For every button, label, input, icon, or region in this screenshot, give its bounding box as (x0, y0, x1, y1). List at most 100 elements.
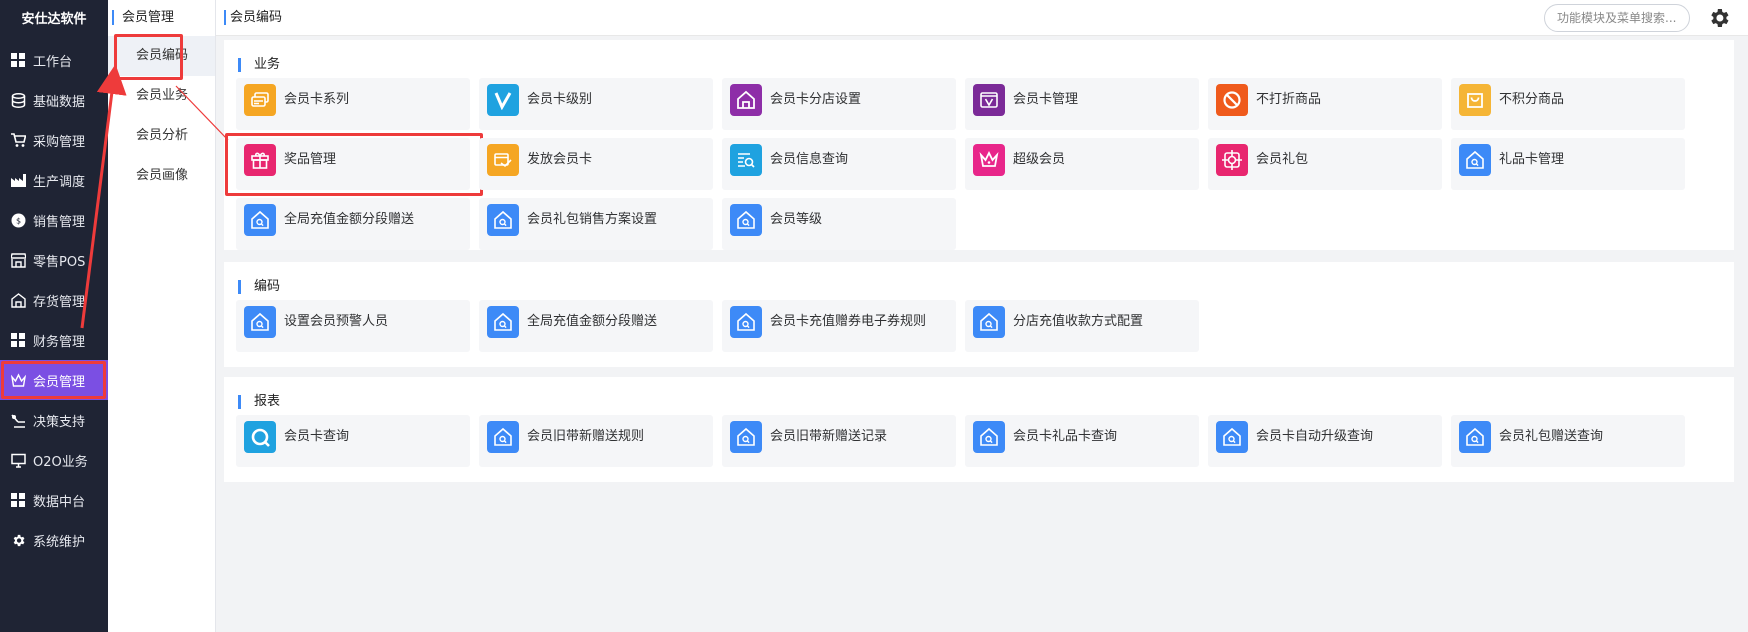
nav-item-8[interactable]: 会员管理 (0, 360, 108, 400)
grid-icon (10, 492, 26, 508)
function-card-label: 设置会员预警人员 (284, 314, 389, 329)
house-search-icon (244, 204, 276, 236)
no-sign-icon (1216, 84, 1248, 116)
function-card[interactable]: 会员卡分店设置 (722, 78, 956, 130)
nav-item-label: 会员管理 (33, 374, 86, 390)
function-card[interactable]: 会员卡级别 (479, 78, 713, 130)
function-card-label: 会员卡级别 (527, 92, 593, 107)
function-card-label: 会员卡充值赠券电子券规则 (770, 314, 927, 329)
function-card[interactable]: 设置会员预警人员 (236, 300, 470, 352)
svg-text:$: $ (15, 216, 20, 225)
house-search-icon (730, 421, 762, 453)
nav-item-label: 存货管理 (33, 294, 86, 310)
function-card[interactable]: 会员卡查询 (236, 415, 470, 467)
function-card[interactable]: 会员礼包 (1208, 138, 1442, 190)
function-card[interactable]: 会员旧带新赠送记录 (722, 415, 956, 467)
submenu-item-1[interactable]: 会员业务 (108, 76, 215, 116)
house-search-icon (973, 421, 1005, 453)
nav-item-label: 工作台 (33, 54, 73, 70)
function-card[interactable]: 会员卡自动升级查询 (1208, 415, 1442, 467)
card-issue-icon (487, 144, 519, 176)
nav-item-6[interactable]: 存货管理 (0, 280, 108, 320)
header: 会员编码 (216, 0, 1748, 36)
gear-icon[interactable] (1707, 6, 1731, 30)
nav-item-11[interactable]: 数据中台 (0, 480, 108, 520)
nav-item-label: 数据中台 (33, 494, 86, 510)
function-card[interactable]: 礼品卡管理 (1451, 138, 1685, 190)
bag-icon (1459, 84, 1491, 116)
nav-item-label: 生产调度 (33, 174, 86, 190)
house-search-icon (730, 306, 762, 338)
nav-item-0[interactable]: 工作台 (0, 40, 108, 80)
function-card[interactable]: 超级会员 (965, 138, 1199, 190)
function-card-label: 分店充值收款方式配置 (1013, 314, 1144, 329)
section-2: 报表会员卡查询 会员旧带新赠送规则 会员旧带新赠送记录 会员卡礼品卡查询 会员卡自动升级… (224, 377, 1734, 482)
function-card[interactable]: 会员卡系列 (236, 78, 470, 130)
function-card[interactable]: 会员信息查询 (722, 138, 956, 190)
nav-item-3[interactable]: 生产调度 (0, 160, 108, 200)
nav-item-10[interactable]: O2O业务 (0, 440, 108, 480)
section-title: 编码 (236, 276, 1722, 298)
house-search-icon (1459, 144, 1491, 176)
crown-icon (973, 144, 1005, 176)
submenu: 会员管理 会员编码 会员业务 会员分析 会员画像 (108, 0, 216, 632)
gear-icon (10, 532, 26, 548)
card-grid: 设置会员预警人员 全局充值金额分段赠送 会员卡充值赠券电子券规则 分店充值收款方式配置 (236, 300, 1722, 360)
decision-icon (10, 412, 26, 428)
function-card-label: 会员等级 (770, 212, 823, 227)
function-card[interactable]: 会员旧带新赠送规则 (479, 415, 713, 467)
function-card-label: 会员卡查询 (284, 429, 350, 444)
function-card[interactable]: 会员礼包销售方案设置 (479, 198, 713, 250)
function-card-label: 会员卡礼品卡查询 (1013, 429, 1118, 444)
nav-item-9[interactable]: 决策支持 (0, 400, 108, 440)
function-card[interactable]: 会员卡礼品卡查询 (965, 415, 1199, 467)
function-card[interactable]: 会员等级 (722, 198, 956, 250)
function-card-label: 奖品管理 (284, 152, 337, 167)
function-card[interactable]: 会员礼包赠送查询 (1451, 415, 1685, 467)
nav-item-label: O2O业务 (33, 454, 88, 470)
warehouse-icon (10, 292, 26, 308)
function-card[interactable]: 发放会员卡 (479, 138, 713, 190)
function-card[interactable]: 会员卡充值赠券电子券规则 (722, 300, 956, 352)
submenu-item-0[interactable]: 会员编码 (108, 34, 215, 80)
card-grid: 会员卡查询 会员旧带新赠送规则 会员旧带新赠送记录 会员卡礼品卡查询 会员卡自动升级查询… (236, 415, 1722, 475)
function-card[interactable]: 全局充值金额分段赠送 (236, 198, 470, 250)
nav-item-12[interactable]: 系统维护 (0, 520, 108, 560)
factory-icon (10, 172, 26, 188)
submenu-item-3[interactable]: 会员画像 (108, 156, 215, 196)
nav-item-7[interactable]: 财务管理 (0, 320, 108, 360)
function-card-label: 全局充值金额分段赠送 (527, 314, 658, 329)
gift-icon (244, 144, 276, 176)
section-title: 报表 (236, 391, 1722, 413)
nav-item-2[interactable]: 采购管理 (0, 120, 108, 160)
function-card-label: 礼品卡管理 (1499, 152, 1565, 167)
v-letter-icon (487, 84, 519, 116)
submenu-item-2[interactable]: 会员分析 (108, 116, 215, 156)
grid-icon (10, 332, 26, 348)
nav-item-4[interactable]: $ 销售管理 (0, 200, 108, 240)
function-card[interactable]: 不打折商品 (1208, 78, 1442, 130)
nav-item-5[interactable]: 零售POS (0, 240, 108, 280)
house-search-icon (244, 306, 276, 338)
function-card[interactable]: 全局充值金额分段赠送 (479, 300, 713, 352)
nav-item-label: 基础数据 (33, 94, 86, 110)
cart-icon (10, 132, 26, 148)
house-search-icon (487, 306, 519, 338)
house-search-icon (973, 306, 1005, 338)
card-stack-icon (244, 84, 276, 116)
function-card-label: 会员卡分店设置 (770, 92, 862, 107)
function-card-label: 会员礼包赠送查询 (1499, 429, 1604, 444)
function-card-label: 不积分商品 (1499, 92, 1565, 107)
section-1: 编码设置会员预警人员 全局充值金额分段赠送 会员卡充值赠券电子券规则 分店充值收款方式… (224, 262, 1734, 367)
function-card[interactable]: 奖品管理 (225, 133, 483, 196)
function-card-label: 超级会员 (1013, 152, 1066, 167)
nav-item-label: 采购管理 (33, 134, 86, 150)
brand-logo: 安仕达软件 (21, 12, 87, 27)
function-card[interactable]: 会员卡管理 (965, 78, 1199, 130)
house-search-icon (1216, 421, 1248, 453)
submenu-title: 会员管理 (108, 0, 215, 36)
nav-item-1[interactable]: 基础数据 (0, 80, 108, 120)
function-card[interactable]: 分店充值收款方式配置 (965, 300, 1199, 352)
search-input[interactable] (1544, 4, 1690, 32)
function-card[interactable]: 不积分商品 (1451, 78, 1685, 130)
